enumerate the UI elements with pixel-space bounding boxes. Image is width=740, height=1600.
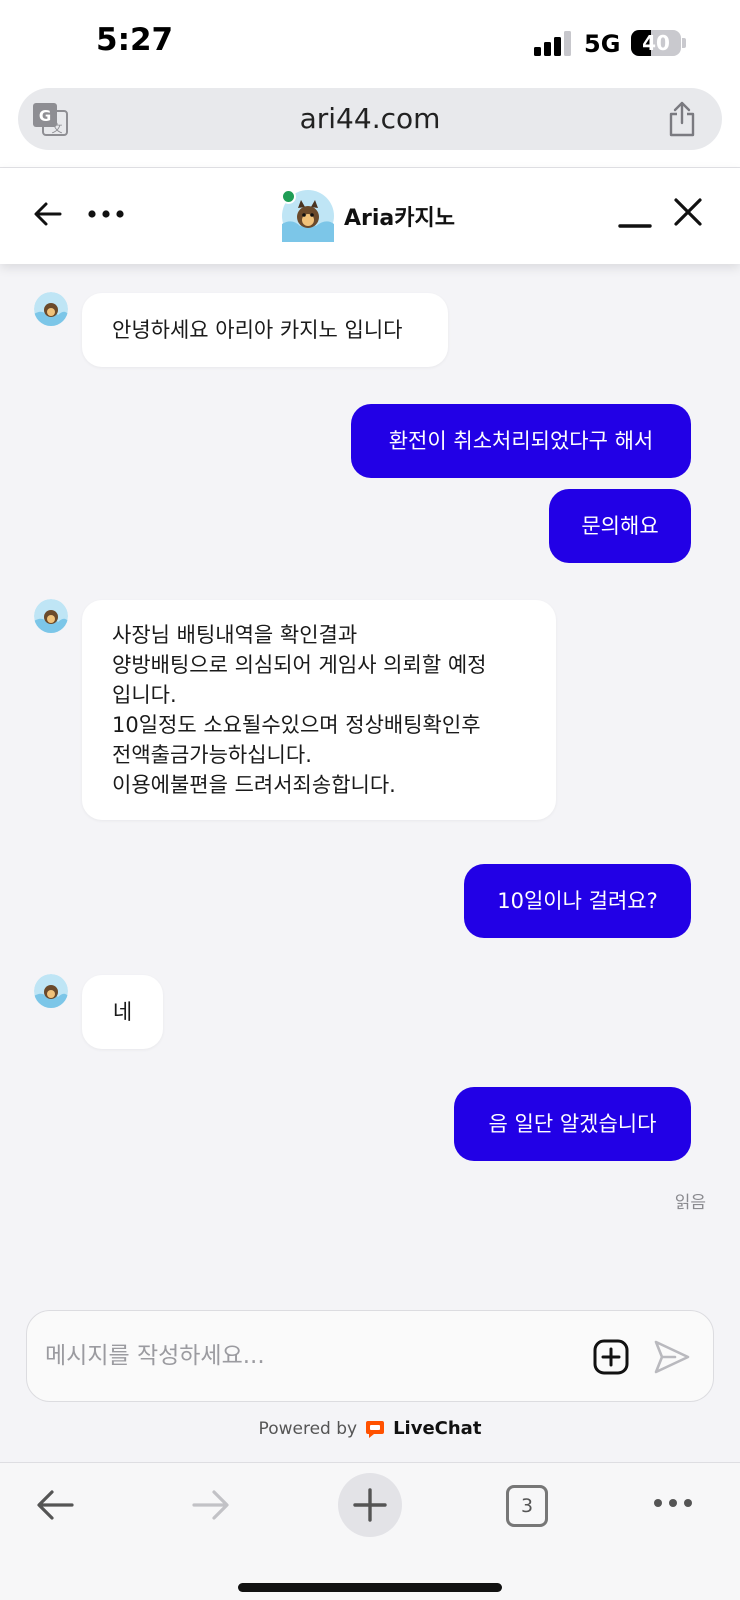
message-line: 이용에불편을 드려서죄송합니다. [112,773,396,797]
agent-avatar [281,189,334,242]
browser-more-icon[interactable] [652,1493,694,1513]
chat-title-group: Aria카지노 [281,188,455,244]
livechat-brand[interactable]: LiveChat [393,1418,481,1439]
message-line: 전액출금가능하십니다. [112,743,312,767]
minimize-icon[interactable] [618,198,652,230]
agent-avatar-small [34,599,68,633]
translate-icon[interactable]: G 文 [32,102,68,136]
network-type: 5G [584,30,621,58]
plus-icon [353,1488,387,1522]
browser-forward-icon[interactable] [190,1485,232,1525]
powered-by-label: Powered by [258,1418,358,1439]
agent-message-bubble: 네 [82,975,163,1049]
address-bar[interactable]: ari44.com G 文 [18,88,722,150]
browser-back-icon[interactable] [34,1485,76,1525]
browser-toolbar: 3 [0,1462,740,1600]
home-indicator [238,1583,502,1592]
send-icon[interactable] [653,1339,691,1375]
close-icon[interactable] [672,196,704,228]
agent-message-bubble: 안녕하세요 아리아 카지노 입니다 [82,293,448,367]
message-line: 입니다. [112,683,177,707]
battery-icon: 40 [631,30,681,56]
svg-text:文: 文 [52,121,63,135]
battery-percent: 40 [642,31,670,55]
read-receipt: 읽음 [674,1193,706,1213]
powered-by: Powered by LiveChat [0,1418,740,1439]
message-line: 사장님 배팅내역을 확인결과 [112,623,358,647]
message-composer [26,1310,714,1402]
tab-switcher-button[interactable]: 3 [506,1485,548,1527]
chat-title: Aria카지노 [344,206,455,231]
status-time: 5:27 [96,22,174,58]
message-list[interactable]: 안녕하세요 아리아 카지노 입니다 환전이 취소처리되었다구 해서 문의해요 사… [0,264,740,1308]
user-message-bubble: 환전이 취소처리되었다구 해서 [351,404,691,478]
user-message-bubble: 문의해요 [549,489,691,563]
message-line: 10일정도 소요될수있으며 정상배팅확인후 [112,713,481,737]
status-bar: 5:27 5G 40 [0,0,740,86]
more-options-icon[interactable] [86,198,126,230]
agent-avatar-small [34,974,68,1008]
online-status-dot [281,189,296,204]
message-line: 양방배팅으로 의심되어 게임사 의뢰할 예정 [112,653,487,677]
add-attachment-icon[interactable] [593,1339,629,1375]
agent-message-bubble: 사장님 배팅내역을 확인결과 양방배팅으로 의심되어 게임사 의뢰할 예정 입니… [82,600,556,820]
signal-icon [534,30,574,56]
share-icon[interactable] [666,101,698,137]
livechat-logo-icon [366,1420,385,1438]
url-text[interactable]: ari44.com [18,88,722,150]
agent-avatar-small [34,292,68,326]
back-arrow-icon[interactable] [32,198,64,230]
browser-address-area: ari44.com G 文 [0,86,740,168]
new-tab-button[interactable] [338,1473,402,1537]
user-message-bubble: 음 일단 알겠습니다 [454,1087,691,1161]
svg-text:G: G [39,107,51,125]
battery-tip [682,38,686,48]
chat-header: Aria카지노 [0,168,740,264]
message-input[interactable] [45,1311,545,1401]
user-message-bubble: 10일이나 걸려요? [464,864,691,938]
